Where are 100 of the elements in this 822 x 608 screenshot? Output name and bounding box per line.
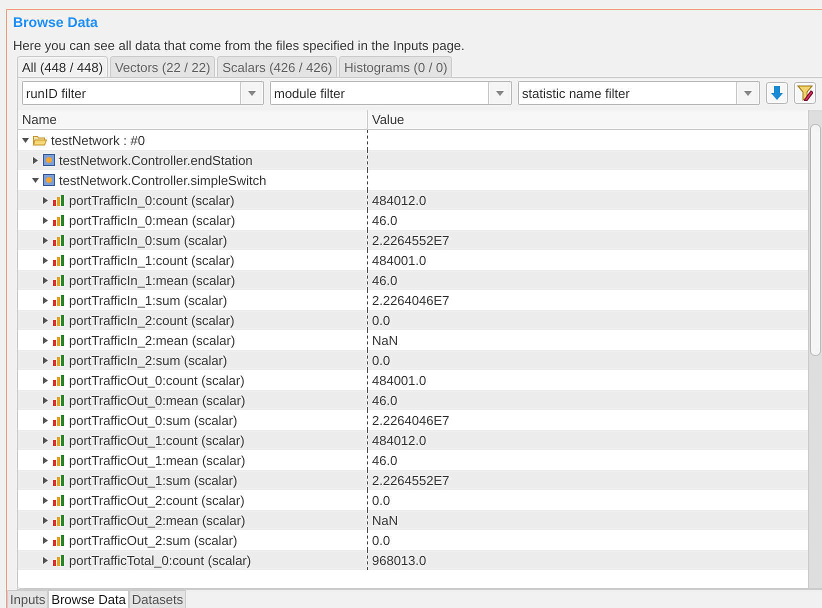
column-header[interactable]: Value xyxy=(368,110,808,129)
bar-chart-icon xyxy=(53,354,65,366)
tab[interactable]: Histograms (0 / 0) xyxy=(339,56,452,77)
bar-chart-icon xyxy=(53,534,65,546)
tree-toggle-icon[interactable] xyxy=(42,496,49,504)
funnel-pencil-icon xyxy=(797,85,813,101)
tree-item[interactable]: portTrafficOut_2:sum (scalar) xyxy=(69,532,238,548)
filter-combo[interactable]: statistic name filter xyxy=(518,81,760,105)
tree-toggle-icon[interactable] xyxy=(32,176,39,184)
tree-toggle-icon[interactable] xyxy=(42,356,49,364)
page-tab[interactable]: Datasets xyxy=(128,590,186,608)
value-cell: 484012.0 xyxy=(372,432,426,448)
bar-chart-icon xyxy=(53,214,65,226)
tree-toggle-icon[interactable] xyxy=(42,416,49,424)
bar-chart-icon xyxy=(53,414,65,426)
tree-toggle-icon[interactable] xyxy=(42,236,49,244)
value-cell: 2.2264046E7 xyxy=(372,292,450,308)
section-title: Browse Data xyxy=(13,14,99,32)
value-cell: 968013.0 xyxy=(372,552,426,568)
tab[interactable]: Vectors (22 / 22) xyxy=(110,56,216,77)
tree-item[interactable]: portTrafficIn_2:sum (scalar) xyxy=(69,352,228,368)
tree-toggle-icon[interactable] xyxy=(42,396,49,404)
value-cell: 484012.0 xyxy=(372,192,426,208)
download-button[interactable] xyxy=(766,82,788,104)
bar-chart-icon xyxy=(53,254,65,266)
tree-item[interactable]: testNetwork.Controller.simpleSwitch xyxy=(59,172,266,188)
value-cell: NaN xyxy=(372,332,398,348)
tab[interactable]: Scalars (426 / 426) xyxy=(217,56,338,77)
tree-item[interactable]: portTrafficIn_2:mean (scalar) xyxy=(69,332,236,348)
bar-chart-icon xyxy=(53,194,65,206)
tree-item[interactable]: portTrafficOut_1:count (scalar) xyxy=(69,432,245,448)
tree-toggle-icon[interactable] xyxy=(42,196,49,204)
tree-toggle-icon[interactable] xyxy=(42,336,49,344)
value-cell: 0.0 xyxy=(372,532,390,548)
tree-item[interactable]: portTrafficOut_0:mean (scalar) xyxy=(69,392,246,408)
filter-edit-button[interactable] xyxy=(794,82,816,104)
module-icon xyxy=(43,154,55,166)
value-cell: 0.0 xyxy=(372,352,390,368)
tree-toggle-icon[interactable] xyxy=(42,536,49,544)
value-cell: 46.0 xyxy=(372,452,398,468)
tree-toggle-icon[interactable] xyxy=(42,476,49,484)
dropdown-icon xyxy=(496,90,504,96)
tree-item[interactable]: portTrafficIn_2:count (scalar) xyxy=(69,312,234,328)
filter-combo[interactable]: module filter xyxy=(270,81,512,105)
tree-toggle-icon[interactable] xyxy=(42,436,49,444)
tree-toggle-icon[interactable] xyxy=(42,216,49,224)
column-header[interactable]: Name xyxy=(18,110,368,129)
bar-chart-icon xyxy=(53,334,65,346)
bar-chart-icon xyxy=(53,494,65,506)
tree-item[interactable]: portTrafficTotal_0:count (scalar) xyxy=(69,552,252,568)
tab[interactable]: All (448 / 448) xyxy=(17,56,108,77)
value-cell: 484001.0 xyxy=(372,372,426,388)
value-cell: 0.0 xyxy=(372,492,390,508)
page-tab[interactable]: Inputs xyxy=(7,590,48,608)
bar-chart-icon xyxy=(53,514,65,526)
bar-chart-icon xyxy=(53,454,65,466)
tree-item[interactable]: portTrafficIn_1:sum (scalar) xyxy=(69,292,228,308)
tree-toggle-icon[interactable] xyxy=(42,256,49,264)
bar-chart-icon xyxy=(53,434,65,446)
tree-toggle-icon[interactable] xyxy=(42,516,49,524)
vertical-scrollbar[interactable] xyxy=(808,110,822,588)
tree-item[interactable]: portTrafficIn_1:mean (scalar) xyxy=(69,272,236,288)
tree-item[interactable]: testNetwork.Controller.endStation xyxy=(59,152,253,168)
tree-item[interactable]: portTrafficOut_2:count (scalar) xyxy=(69,492,245,508)
tree-item[interactable]: portTrafficOut_0:count (scalar) xyxy=(69,372,245,388)
tree-item[interactable]: portTrafficIn_1:count (scalar) xyxy=(69,252,234,268)
tree-item[interactable]: portTrafficOut_1:mean (scalar) xyxy=(69,452,246,468)
bar-chart-icon xyxy=(53,554,65,566)
value-cell: NaN xyxy=(372,512,398,528)
tree-toggle-icon[interactable] xyxy=(42,556,49,564)
bar-chart-icon xyxy=(53,474,65,486)
value-cell: 46.0 xyxy=(372,272,398,288)
tree-toggle-icon[interactable] xyxy=(42,456,49,464)
tree-item[interactable]: portTrafficIn_0:sum (scalar) xyxy=(69,232,228,248)
bar-chart-icon xyxy=(53,314,65,326)
tree-item[interactable]: portTrafficIn_0:mean (scalar) xyxy=(69,212,236,228)
tree-item[interactable]: portTrafficOut_0:sum (scalar) xyxy=(69,412,238,428)
tree-toggle-icon[interactable] xyxy=(42,316,49,324)
tree-item[interactable]: portTrafficIn_0:count (scalar) xyxy=(69,192,234,208)
tree-toggle-icon[interactable] xyxy=(32,156,39,164)
tree-toggle-icon[interactable] xyxy=(42,296,49,304)
value-cell: 0.0 xyxy=(372,312,390,328)
value-cell: 2.2264552E7 xyxy=(372,472,450,488)
tree-item[interactable]: testNetwork : #0 xyxy=(51,132,145,148)
filter-combo[interactable]: runID filter xyxy=(22,81,264,105)
bar-chart-icon xyxy=(53,294,65,306)
module-icon xyxy=(43,174,55,186)
value-cell: 484001.0 xyxy=(372,252,426,268)
value-cell: 46.0 xyxy=(372,392,398,408)
description-text: Here you can see all data that come from the files specified in the Inputs page. xyxy=(13,38,466,55)
folder-icon xyxy=(33,134,47,146)
tree-item[interactable]: portTrafficOut_2:mean (scalar) xyxy=(69,512,246,528)
dropdown-icon xyxy=(248,90,256,96)
tree-toggle-icon[interactable] xyxy=(42,376,49,384)
tree-toggle-icon[interactable] xyxy=(22,136,29,144)
tree-item[interactable]: portTrafficOut_1:sum (scalar) xyxy=(69,472,238,488)
page-tab[interactable]: Browse Data xyxy=(48,590,129,608)
bar-chart-icon xyxy=(53,394,65,406)
tree-toggle-icon[interactable] xyxy=(42,276,49,284)
dropdown-icon xyxy=(744,90,752,96)
